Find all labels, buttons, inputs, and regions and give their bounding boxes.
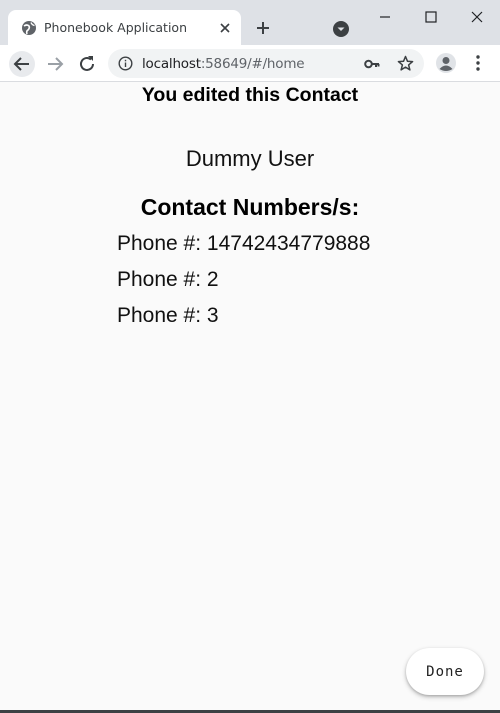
done-button[interactable]: Done [406, 648, 484, 695]
new-tab-icon[interactable] [254, 19, 272, 37]
phone-number-item: Phone #: 2 [117, 268, 219, 291]
minimize-icon[interactable] [378, 10, 392, 24]
tab-title: Phonebook Application [44, 20, 188, 35]
phone-list: Phone #: 14742434779888 Phone #: 2 Phone… [117, 231, 370, 339]
url-host: localhost [142, 56, 201, 72]
url-path: :58649/#/home [200, 56, 305, 72]
info-icon[interactable] [118, 56, 133, 71]
page-content: You edited this Contact Dummy User Conta… [0, 82, 500, 713]
maximize-icon[interactable] [424, 10, 438, 24]
url-text[interactable]: localhost:58649/#/home [142, 56, 305, 72]
back-arrow-icon[interactable] [9, 51, 35, 77]
globe-icon [22, 21, 36, 35]
tab-search-icon[interactable] [332, 20, 350, 38]
more-menu-icon[interactable] [470, 54, 486, 72]
reload-icon[interactable] [74, 51, 100, 77]
bookmark-star-icon[interactable] [397, 55, 414, 72]
contact-name: Dummy User [185, 146, 315, 171]
page-heading: You edited this Contact [141, 84, 359, 106]
profile-avatar-icon[interactable] [435, 52, 457, 74]
key-icon[interactable] [364, 56, 380, 72]
phone-number-item: Phone #: 14742434779888 [117, 232, 371, 255]
phone-number-item: Phone #: 3 [117, 304, 219, 327]
close-tab-icon[interactable] [218, 21, 232, 35]
forward-arrow-icon[interactable] [42, 51, 68, 77]
browser-toolbar: localhost:58649/#/home [0, 45, 500, 82]
window-close-icon[interactable] [470, 10, 484, 24]
browser-tab[interactable]: Phonebook Application [8, 10, 241, 45]
contact-numbers-label: Contact Numbers/s: [140, 194, 360, 220]
address-bar[interactable]: localhost:58649/#/home [108, 49, 424, 78]
browser-tab-bar: Phonebook Application [0, 0, 500, 45]
